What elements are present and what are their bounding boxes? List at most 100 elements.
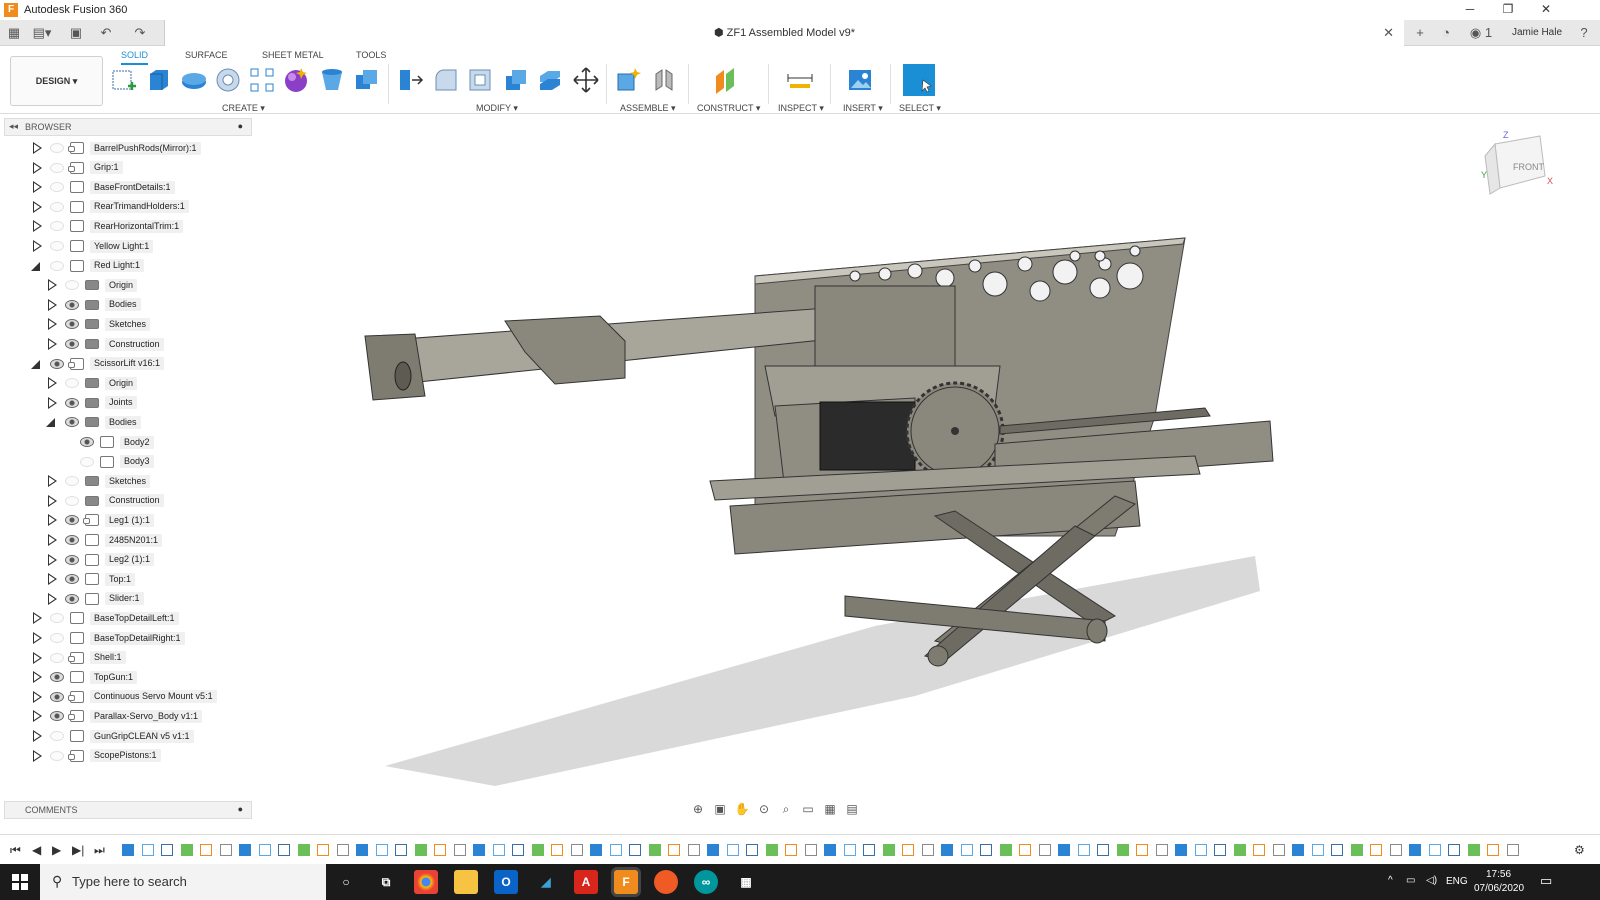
expand-arrow-icon[interactable] — [45, 396, 57, 409]
browser-row[interactable]: Origin — [45, 375, 138, 391]
visibility-eye-icon[interactable] — [50, 731, 64, 741]
collapse-panel-icon[interactable]: ◂◂ — [9, 121, 18, 132]
browser-item-label[interactable]: BarrelPushRods(Mirror):1 — [90, 141, 201, 155]
timeline-feature-icon[interactable] — [161, 844, 173, 856]
loft-icon[interactable] — [318, 66, 346, 94]
browser-panel-header[interactable]: ◂◂ BROWSER ● — [4, 118, 252, 136]
arduino-icon[interactable]: ∞ — [694, 870, 718, 894]
hole-icon[interactable] — [214, 66, 242, 94]
timeline-back-icon[interactable]: ◀ — [32, 843, 41, 857]
visibility-eye-icon[interactable] — [50, 182, 64, 193]
timeline-feature-icon[interactable] — [590, 844, 602, 856]
browser-item-label[interactable]: Body2 — [120, 435, 154, 449]
expand-arrow-icon[interactable] — [30, 240, 42, 252]
visibility-eye-icon[interactable] — [50, 201, 64, 212]
browser-row[interactable]: Parallax-Servo_Body v1:1 — [30, 708, 203, 724]
task-view-icon[interactable]: ⧉ — [374, 870, 398, 894]
language-indicator[interactable]: ENG — [1446, 876, 1468, 887]
timeline-feature-icon[interactable] — [1350, 844, 1363, 856]
timeline-feature-icon[interactable] — [1311, 844, 1324, 856]
browser-row[interactable]: RearHorizontalTrim:1 — [30, 218, 184, 234]
look-at-icon[interactable]: ▣ — [712, 802, 728, 816]
timeline-feature-icon[interactable] — [765, 844, 778, 856]
browser-item-label[interactable]: Bodies — [105, 298, 141, 312]
expand-arrow-icon[interactable] — [30, 632, 42, 644]
construct-group-label[interactable]: CONSTRUCT ▾ — [697, 103, 760, 114]
browser-row[interactable]: Red Light:1 — [30, 258, 145, 274]
draft-icon[interactable] — [502, 66, 530, 94]
visibility-eye-icon[interactable] — [50, 162, 64, 173]
pan-icon[interactable]: ✋ — [734, 802, 750, 816]
close-window-button[interactable]: ✕ — [1528, 0, 1564, 20]
timeline-end-icon[interactable]: ⏭ — [94, 843, 105, 858]
visibility-eye-icon[interactable] — [50, 241, 64, 251]
tab-surface[interactable]: SURFACE — [185, 50, 228, 63]
timeline-feature-icon[interactable] — [824, 844, 836, 856]
select-group-label[interactable]: SELECT ▾ — [899, 103, 941, 114]
browser-row[interactable]: RearTrimandHolders:1 — [30, 199, 189, 215]
browser-row[interactable]: BaseTopDetailLeft:1 — [30, 610, 179, 626]
timeline-feature-icon[interactable] — [141, 844, 154, 856]
cortana-icon[interactable]: ○ — [334, 870, 358, 894]
expand-arrow-icon[interactable] — [30, 671, 42, 684]
browser-item-label[interactable]: Bodies — [105, 415, 141, 429]
timeline-feature-icon[interactable] — [980, 844, 992, 856]
browser-row[interactable]: Continuous Servo Mount v5:1 — [30, 689, 217, 705]
browser-row[interactable]: ScissorLift v16:1 — [30, 356, 165, 372]
timeline-feature-icon[interactable] — [219, 844, 232, 856]
browser-item-label[interactable]: Leg2 (1):1 — [105, 553, 155, 567]
browser-item-label[interactable]: Sketches — [105, 474, 151, 488]
timeline-feature-icon[interactable] — [1077, 844, 1090, 856]
browser-item-label[interactable]: Origin — [105, 376, 138, 390]
notification-center-icon[interactable]: ▭ — [1540, 873, 1552, 889]
timeline-feature-icon[interactable] — [1253, 844, 1265, 856]
browser-row[interactable]: BarrelPushRods(Mirror):1 — [30, 140, 201, 156]
document-tab[interactable]: ⬢ ZF1 Assembled Model v9* ✕ — [164, 20, 1404, 46]
timeline-feature-icon[interactable] — [1214, 844, 1226, 856]
close-document-icon[interactable]: ✕ — [1383, 25, 1394, 41]
volume-icon[interactable]: ◁) — [1426, 875, 1437, 886]
comments-panel-header[interactable]: COMMENTS ● — [4, 801, 252, 819]
browser-item-label[interactable]: Yellow Light:1 — [90, 239, 154, 253]
modify-group-label[interactable]: MODIFY ▾ — [476, 103, 518, 114]
timeline-feature-icon[interactable] — [1428, 844, 1441, 856]
timeline-feature-icon[interactable] — [1038, 844, 1051, 856]
display-settings-icon[interactable]: ▭ — [800, 802, 816, 816]
help-icon[interactable]: ? — [1574, 24, 1594, 42]
visibility-eye-icon[interactable] — [65, 299, 79, 310]
visibility-eye-icon[interactable] — [65, 280, 79, 291]
timeline-feature-icon[interactable] — [746, 844, 758, 856]
clock-time[interactable]: 17:56 — [1486, 869, 1511, 880]
visibility-eye-icon[interactable] — [65, 535, 79, 545]
tab-sheet-metal[interactable]: SHEET METAL — [262, 50, 324, 63]
timeline-feature-icon[interactable] — [882, 844, 895, 856]
clock-date[interactable]: 07/06/2020 — [1474, 883, 1524, 894]
browser-item-label[interactable]: BaseTopDetailRight:1 — [90, 631, 185, 645]
browser-row[interactable]: Origin — [45, 277, 138, 293]
expand-arrow-icon[interactable] — [45, 534, 57, 546]
fit-icon[interactable]: ⌕ — [778, 802, 794, 816]
tab-tools[interactable]: TOOLS — [356, 50, 386, 63]
timeline-feature-icon[interactable] — [629, 844, 641, 856]
timeline-feature-icon[interactable] — [551, 844, 563, 856]
visibility-eye-icon[interactable] — [65, 339, 79, 349]
timeline-feature-icon[interactable] — [863, 844, 875, 856]
fillet-icon[interactable] — [432, 66, 460, 94]
move-copy-icon[interactable] — [572, 66, 600, 94]
undo-icon[interactable]: ↶ — [96, 24, 116, 42]
browser-row[interactable]: Joints — [45, 395, 137, 411]
expand-arrow-icon[interactable] — [30, 181, 42, 194]
timeline-feature-icon[interactable] — [317, 844, 329, 856]
browser-item-label[interactable]: Construction — [105, 494, 164, 508]
browser-item-label[interactable]: GunGripCLEAN v5 v1:1 — [90, 729, 194, 743]
browser-item-label[interactable]: Red Light:1 — [90, 259, 145, 273]
timeline-feature-icon[interactable] — [785, 844, 797, 856]
timeline-forward-icon[interactable]: ▶| — [72, 843, 84, 857]
expand-arrow-icon[interactable] — [30, 651, 42, 664]
browser-item-label[interactable]: Continuous Servo Mount v5:1 — [90, 690, 217, 704]
browser-row[interactable]: BaseFrontDetails:1 — [30, 179, 175, 195]
measure-icon[interactable] — [786, 66, 814, 94]
expand-arrow-icon[interactable] — [45, 377, 57, 390]
outlook-icon[interactable]: O — [494, 870, 518, 894]
assemble-group-label[interactable]: ASSEMBLE ▾ — [620, 103, 676, 114]
